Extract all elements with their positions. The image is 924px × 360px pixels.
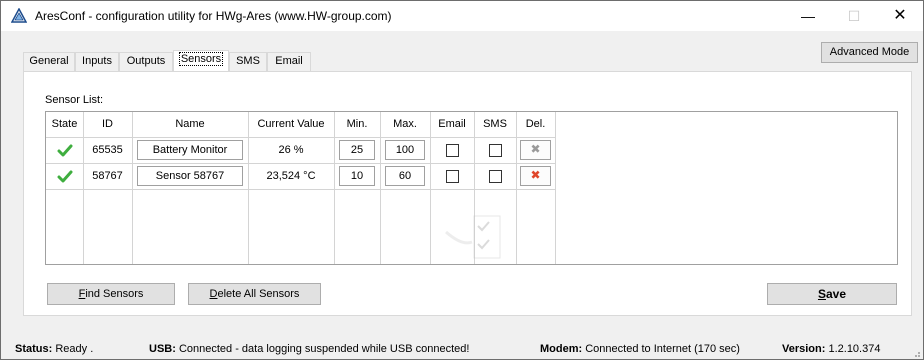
delete-all-label: elete All Sensors [217,288,300,300]
header-current-value[interactable]: Current Value [248,112,334,137]
cell-max[interactable]: 60 [385,166,425,186]
email-checkbox[interactable] [446,144,459,157]
cell-name[interactable]: Battery Monitor [137,140,243,160]
cell-current-value: 26 % [278,144,304,156]
cell-min[interactable]: 10 [339,166,375,186]
tab-sensors[interactable]: Sensors [173,50,229,71]
save-button[interactable]: Save [767,283,897,305]
version-label: Version: [782,343,826,355]
sms-checkbox[interactable] [489,170,502,183]
column-divider [555,112,556,264]
advanced-mode-button[interactable]: Advanced Mode [821,42,918,63]
state-ok-check-icon [57,144,73,157]
header-row-divider [46,137,556,138]
tab-label: SMS [236,55,260,67]
header-state[interactable]: State [46,112,83,137]
tab-sms[interactable]: SMS [229,52,267,71]
delete-sensor-button[interactable]: ✖ [520,166,551,186]
tab-label: Outputs [126,55,166,67]
save-hotkey: S [817,287,826,301]
version-value: 1.2.10.374 [828,343,881,355]
status-label: Status: [15,343,53,355]
cell-name[interactable]: Sensor 58767 [137,166,243,186]
modem-value: Connected to Internet (170 sec) [585,343,740,355]
header-id[interactable]: ID [83,112,132,137]
title-bar: AresConf - configuration utility for HWg… [1,1,923,31]
cell-current-value: 23,524 °C [266,170,316,182]
status-segment: Status: Ready . [15,343,93,355]
delete-x-icon: ✖ [530,168,541,182]
header-sms[interactable]: SMS [474,112,516,137]
modem-segment: Modem: Connected to Internet (170 sec) [540,343,740,355]
row-divider [46,189,556,190]
tab-label: Inputs [82,55,112,67]
tab-inputs[interactable]: Inputs [75,52,119,71]
sms-checkbox[interactable] [489,144,502,157]
modem-label: Modem: [540,343,583,355]
header-name[interactable]: Name [132,112,248,137]
delete-sensor-button[interactable]: ✖ [520,140,551,160]
header-email[interactable]: Email [430,112,474,137]
header-min[interactable]: Min. [334,112,380,137]
usb-label: USB: [149,343,176,355]
watermark-checklist-icon [445,215,501,259]
email-checkbox[interactable] [446,170,459,183]
sensor-grid[interactable]: State ID Name Current Value Min. Max. Em… [45,111,898,265]
cell-id: 65535 [92,144,123,156]
sensor-list-label: Sensor List: [45,94,104,106]
maximize-button[interactable]: ☐ [831,1,877,31]
version-segment: Version: 1.2.10.374 [782,343,880,355]
tab-label: Sensors [178,52,224,66]
resize-grip-icon[interactable] [911,348,921,358]
delete-all-hotkey: D [209,288,218,300]
tab-label: Email [275,55,303,67]
header-max[interactable]: Max. [380,112,430,137]
minimize-button[interactable]: — [785,1,831,31]
tab-label: General [29,55,69,67]
usb-segment: USB: Connected - data logging suspended … [149,343,469,355]
status-value: Ready . [55,343,94,355]
cell-max[interactable]: 100 [385,140,425,160]
find-sensors-button[interactable]: Find Sensors [47,283,175,305]
state-ok-check-icon [57,170,73,183]
header-del[interactable]: Del. [516,112,555,137]
status-bar: Status: Ready . USB: Connected - data lo… [1,339,923,360]
app-window: AresConf - configuration utility for HWg… [0,0,924,360]
tab-outputs[interactable]: Outputs [119,52,173,71]
find-sensors-label: ind Sensors [85,288,144,300]
window-title: AresConf - configuration utility for HWg… [35,9,392,23]
app-logo-icon [11,8,27,23]
usb-value: Connected - data logging suspended while… [178,343,470,355]
delete-x-icon: ✖ [530,142,541,156]
tab-general[interactable]: General [23,52,75,71]
cell-min[interactable]: 25 [339,140,375,160]
close-button[interactable]: ✕ [877,1,923,31]
cell-id: 58767 [92,170,123,182]
delete-all-sensors-button[interactable]: Delete All Sensors [188,283,321,305]
save-label: ave [825,287,847,301]
tab-email[interactable]: Email [267,52,311,71]
row-divider [46,163,556,164]
